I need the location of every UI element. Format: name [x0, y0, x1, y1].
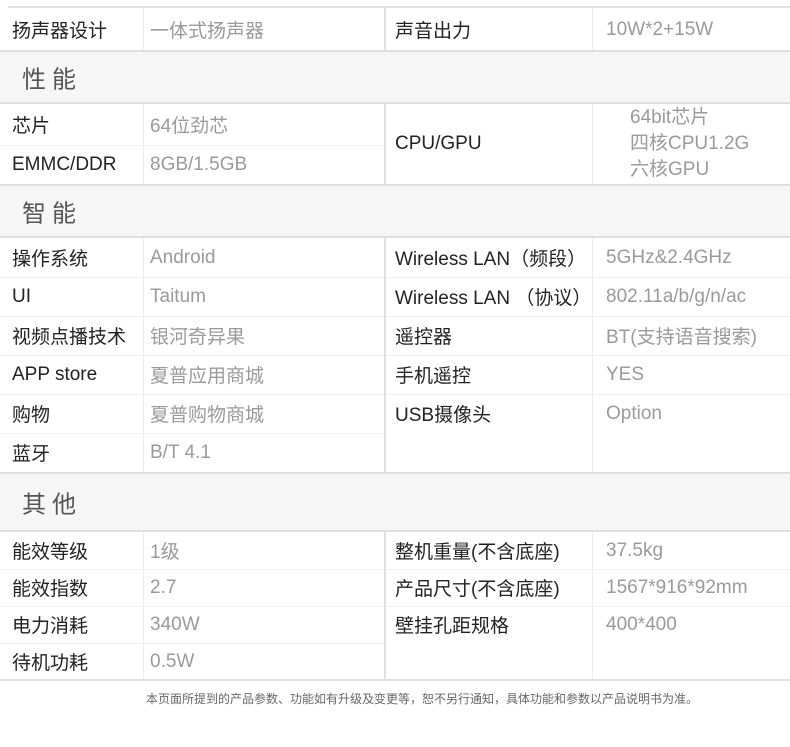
divider: [0, 316, 384, 317]
divider: [384, 532, 386, 680]
spec-label: UI: [12, 285, 31, 307]
divider: [592, 532, 593, 680]
spec-row: 操作系统 Android Wireless LAN（频段） 5GHz&2.4GHz: [0, 238, 790, 277]
spec-label: 视频点播技术: [12, 327, 127, 348]
spec-value: 1级: [150, 542, 180, 563]
divider: [0, 394, 384, 395]
spec-value: Option: [606, 402, 662, 424]
section-header-smart: 智能: [0, 184, 790, 238]
spec-value: 夏普应用商城: [150, 366, 265, 387]
spec-value: 1567*916*92mm: [606, 576, 748, 598]
spec-row: 视频点播技术 银河奇异果 遥控器 BT(支持语音搜索): [0, 316, 790, 355]
divider: [0, 355, 384, 356]
spec-row: 电力消耗 340W 壁挂孔距规格 400*400: [0, 606, 790, 643]
spec-value: 802.11a/b/g/n/ac: [606, 285, 747, 307]
spec-value: 37.5kg: [606, 539, 664, 561]
divider: [143, 8, 144, 51]
spec-row: APP store 夏普应用商城 手机遥控 YES: [0, 355, 790, 394]
divider: [143, 238, 144, 472]
divider: [592, 8, 593, 51]
spec-row: 待机功耗 0.5W: [0, 643, 790, 680]
spec-label: 购物: [12, 405, 51, 426]
spec-value: Taitum: [150, 285, 206, 307]
spec-label: 手机遥控: [395, 366, 472, 387]
spec-row-cpu: CPU/GPU 64bit芯片 四核CPU1.2G 六核GPU: [0, 104, 790, 184]
divider: [384, 8, 386, 51]
divider: [0, 606, 384, 607]
spec-label: 能效等级: [12, 542, 89, 563]
spec-value: 10W*2+15W: [606, 18, 714, 40]
spec-value: 一体式扬声器: [150, 21, 265, 42]
spec-label: 声音出力: [395, 21, 472, 42]
divider: [143, 532, 144, 680]
spec-value: 六核GPU: [630, 159, 710, 180]
divider: [384, 104, 386, 184]
spec-label: 蓝牙: [12, 444, 51, 465]
spec-label: 遥控器: [395, 327, 453, 348]
divider: [386, 606, 790, 607]
spec-value: 银河奇异果: [150, 327, 246, 348]
section-header-other: 其他: [0, 472, 790, 532]
spec-label: 能效指数: [12, 579, 89, 600]
spec-label: 操作系统: [12, 249, 89, 270]
spec-value: 2.7: [150, 576, 177, 598]
spec-value: Android: [150, 246, 216, 268]
spec-row: 蓝牙 B/T 4.1: [0, 433, 790, 472]
spec-label: 扬声器设计: [12, 21, 108, 42]
spec-label: 产品尺寸(不含底座): [395, 579, 560, 600]
divider: [386, 277, 790, 278]
spec-row: 扬声器设计 一体式扬声器 声音出力 10W*2+15W: [0, 8, 790, 51]
spec-label: 壁挂孔距规格: [395, 616, 510, 637]
spec-value: BT(支持语音搜索): [606, 327, 757, 348]
section-title: 智能: [22, 200, 82, 228]
divider: [0, 277, 384, 278]
spec-label: 电力消耗: [12, 616, 89, 637]
divider: [386, 316, 790, 317]
spec-label: Wireless LAN （协议）: [395, 288, 592, 309]
divider: [0, 569, 384, 570]
spec-value: 夏普购物商城: [150, 405, 265, 426]
divider: [592, 238, 593, 472]
divider: [0, 643, 384, 644]
divider: [384, 238, 386, 472]
spec-row: 能效指数 2.7 产品尺寸(不含底座) 1567*916*92mm: [0, 569, 790, 606]
spec-value: YES: [606, 363, 645, 385]
spec-label: 待机功耗: [12, 653, 89, 674]
spec-label: APP store: [12, 363, 98, 385]
spec-value: 四核CPU1.2G: [630, 133, 750, 154]
spec-value: 400*400: [606, 613, 677, 635]
spec-row: 购物 夏普购物商城 USB摄像头 Option: [0, 394, 790, 433]
spec-row: UI Taitum Wireless LAN （协议） 802.11a/b/g/n/a…: [0, 277, 790, 316]
spec-value: 5GHz&2.4GHz: [606, 246, 732, 268]
divider: [143, 104, 144, 184]
spec-value: 340W: [150, 613, 200, 635]
divider: [386, 569, 790, 570]
section-header-performance: 性能: [0, 50, 790, 104]
divider: [386, 355, 790, 356]
spec-label: USB摄像头: [395, 405, 492, 426]
divider: [0, 433, 384, 434]
spec-label: 整机重量(不含底座): [395, 542, 560, 563]
spec-value: 0.5W: [150, 650, 195, 672]
section-title: 其他: [22, 491, 82, 519]
divider: [386, 394, 790, 395]
spec-row: 能效等级 1级 整机重量(不含底座) 37.5kg: [0, 532, 790, 569]
divider: [0, 679, 790, 681]
spec-label: Wireless LAN（频段）: [395, 249, 587, 270]
spec-value-list: 64bit芯片 四核CPU1.2G 六核GPU: [630, 104, 749, 184]
divider: [592, 104, 593, 184]
footnote: 本页面所提到的产品参数、功能如有升级及变更等，恕不另行通知，具体功能和参数以产品…: [146, 692, 699, 706]
section-title: 性能: [22, 66, 82, 94]
spec-value: B/T 4.1: [150, 441, 211, 463]
spec-label: CPU/GPU: [395, 133, 482, 154]
spec-value: 64bit芯片: [630, 107, 710, 128]
